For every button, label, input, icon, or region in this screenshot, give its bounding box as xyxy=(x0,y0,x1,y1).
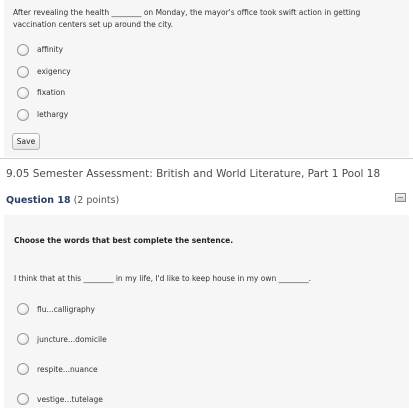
q17-option-label: exigency xyxy=(37,67,71,76)
q18-option-juncture-domicile-radio[interactable] xyxy=(17,333,29,345)
question-17-text: After revealing the health ________ on M… xyxy=(13,8,361,29)
q18-option-flu-calligraphy-radio[interactable] xyxy=(17,303,29,315)
q18-option-label: vestige...tutelage xyxy=(37,395,103,404)
save-button[interactable]: Save xyxy=(12,133,40,150)
q18-option-label: flu...calligraphy xyxy=(37,305,95,314)
section-divider xyxy=(0,158,413,159)
q17-option-label: affinity xyxy=(37,45,64,54)
question-number: Question 18 xyxy=(6,195,71,206)
q17-option-fixation-radio[interactable] xyxy=(17,87,29,99)
q17-option-label: fixation xyxy=(37,88,66,97)
q18-option-label: respite...nuance xyxy=(37,365,98,374)
question-instruction: Choose the words that best complete the … xyxy=(14,236,234,245)
q17-option-affinity-radio[interactable] xyxy=(17,44,29,56)
flag-question-icon[interactable] xyxy=(395,193,406,202)
q17-option-exigency-radio[interactable] xyxy=(17,66,29,78)
question-points: (2 points) xyxy=(73,195,120,206)
question-sentence: I think that at this ________ in my life… xyxy=(14,274,312,283)
q18-option-respite-nuance-radio[interactable] xyxy=(17,363,29,375)
q17-option-lethargy-radio[interactable] xyxy=(17,109,29,121)
q18-option-label: juncture...domicile xyxy=(37,335,107,344)
assessment-title: 9.05 Semester Assessment: British and Wo… xyxy=(6,168,381,180)
question-18-header: Question 18 (2 points) xyxy=(6,195,119,206)
q17-option-label: lethargy xyxy=(37,110,69,119)
q18-option-vestige-tutelage-radio[interactable] xyxy=(17,393,29,405)
